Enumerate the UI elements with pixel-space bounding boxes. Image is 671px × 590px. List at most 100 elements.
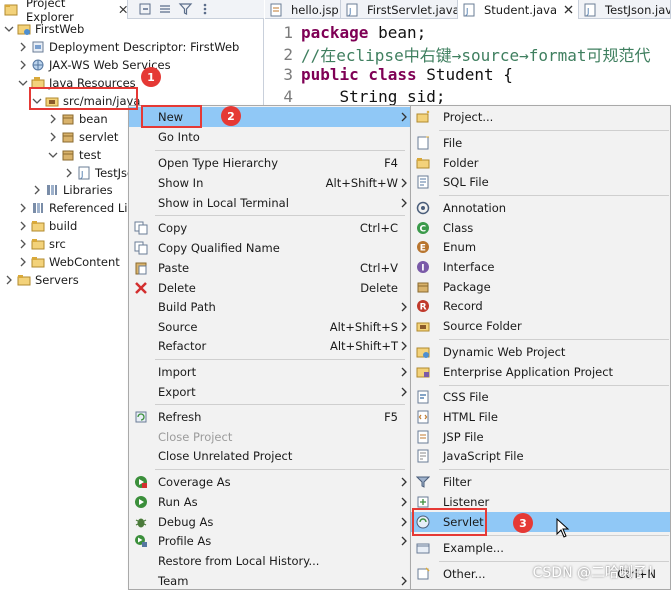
tab-student-java[interactable]: J Student.java: [458, 0, 579, 19]
menu-item-import[interactable]: Import: [129, 362, 410, 382]
menu-item-paste[interactable]: Paste Ctrl+V: [129, 258, 410, 278]
collapsed-arrow-icon[interactable]: [64, 168, 74, 178]
submenu-item-enterprise-application-project[interactable]: Enterprise Application Project: [411, 362, 670, 382]
collapsed-arrow-icon[interactable]: [18, 257, 28, 267]
example-icon: [416, 543, 430, 554]
tree-item-deployment-descriptor[interactable]: Deployment Descriptor: FirstWeb: [18, 38, 239, 56]
collapsed-arrow-icon[interactable]: [4, 275, 14, 285]
annotation-badge-3: 3: [513, 513, 533, 533]
tree-item-servlet[interactable]: servlet: [48, 128, 118, 146]
tree-item-test[interactable]: test: [48, 146, 101, 164]
web-project-icon: [416, 347, 430, 358]
code-line[interactable]: 4 String sid;: [265, 85, 446, 107]
tree-item-webcontent[interactable]: WebContent: [18, 253, 120, 271]
code-line[interactable]: 3 public class Student {: [265, 63, 513, 85]
submenu-arrow-icon: [401, 178, 407, 188]
submenu-item-filter[interactable]: Filter: [411, 472, 670, 492]
submenu-item-interface[interactable]: I Interface: [411, 257, 670, 277]
tree-item-referenced-libraries[interactable]: Referenced Lib: [18, 199, 128, 217]
collapsed-arrow-icon[interactable]: [18, 239, 28, 249]
menu-item-refactor[interactable]: Refactor Alt+Shift+T: [129, 336, 410, 356]
submenu-item-css-file[interactable]: CSS File: [411, 387, 670, 407]
tree-item-testjson[interactable]: J TestJson: [64, 164, 128, 182]
collapsed-arrow-icon[interactable]: [48, 132, 58, 142]
annotation-badge-2: 2: [221, 106, 241, 126]
tree-item-libraries[interactable]: Libraries: [32, 181, 113, 199]
menu-separator: [155, 215, 405, 216]
tree-item-servers[interactable]: Servers: [4, 271, 79, 289]
tree-item-firstweb[interactable]: FirstWeb: [4, 20, 84, 38]
submenu-item-enum[interactable]: E Enum: [411, 237, 670, 257]
submenu-item-file[interactable]: File: [411, 133, 670, 153]
submenu-item-dynamic-web-project[interactable]: Dynamic Web Project: [411, 342, 670, 362]
link-with-editor-icon[interactable]: [158, 2, 173, 16]
collapse-all-icon[interactable]: [138, 2, 153, 16]
expanded-arrow-icon[interactable]: [4, 24, 14, 34]
java-file-icon: J: [584, 3, 596, 16]
tab-firstservlet-java[interactable]: J FirstServlet.java: [341, 0, 458, 19]
tab-testjson-java[interactable]: J TestJson.java: [579, 0, 671, 19]
project-explorer-tab[interactable]: Project Explorer: [0, 0, 128, 24]
collapsed-arrow-icon[interactable]: [18, 60, 28, 70]
tab-hello-jsp[interactable]: hello.jsp: [265, 0, 341, 19]
view-menu-icon[interactable]: [198, 2, 213, 16]
submenu-item-example[interactable]: Example...: [411, 538, 670, 558]
menu-item-open-type-hierarchy[interactable]: Open Type Hierarchy F4: [129, 153, 410, 173]
code-text: String sid;: [301, 86, 446, 106]
close-icon[interactable]: [564, 5, 573, 14]
paste-icon: [135, 262, 147, 275]
menu-item-show-in-local-terminal[interactable]: Show in Local Terminal: [129, 193, 410, 213]
code-line[interactable]: 2//在eclipse中右键→source→format可规范代: [265, 43, 650, 66]
menu-item-restore-from-local-history[interactable]: Restore from Local History...: [129, 551, 410, 571]
css-file-icon: [417, 390, 429, 404]
menu-item-close-unrelated-project[interactable]: Close Unrelated Project: [129, 446, 410, 466]
folder-icon: [31, 257, 45, 268]
menu-item-profile-as[interactable]: Profile As: [129, 531, 410, 551]
submenu-item-project[interactable]: Project...: [411, 107, 670, 127]
submenu-item-html-file[interactable]: HTML File: [411, 407, 670, 427]
menu-item-coverage-as[interactable]: Coverage As: [129, 472, 410, 492]
html-file-icon: [417, 410, 429, 424]
tree-item-src[interactable]: src: [18, 235, 66, 253]
menu-item-copy[interactable]: Copy Ctrl+C: [129, 218, 410, 238]
expanded-arrow-icon[interactable]: [48, 150, 58, 160]
code-line[interactable]: 1 package bean;: [265, 21, 426, 43]
collapsed-arrow-icon[interactable]: [48, 114, 58, 124]
submenu-item-sql-file[interactable]: SQL File: [411, 172, 670, 192]
submenu-item-annotation[interactable]: Annotation: [411, 198, 670, 218]
menu-item-refresh[interactable]: Refresh F5: [129, 407, 410, 427]
submenu-item-folder[interactable]: Folder: [411, 153, 670, 173]
menu-item-team[interactable]: Team: [129, 571, 410, 590]
menu-item-go-into[interactable]: Go Into: [129, 127, 410, 147]
filter-icon[interactable]: [178, 2, 193, 16]
delete-icon: [135, 282, 147, 294]
tree-item-label: Libraries: [63, 183, 113, 197]
run-icon: [135, 496, 147, 508]
collapsed-arrow-icon[interactable]: [18, 203, 28, 213]
submenu-item-source-folder[interactable]: Source Folder: [411, 316, 670, 336]
menu-item-export[interactable]: Export: [129, 382, 410, 402]
other-wizard-icon: [417, 567, 430, 580]
menu-item-build-path[interactable]: Build Path: [129, 297, 410, 317]
java-file-icon: J: [346, 3, 358, 16]
submenu-item-class[interactable]: C Class: [411, 218, 670, 238]
tree-item-label: Referenced Lib: [49, 201, 128, 215]
collapsed-arrow-icon[interactable]: [32, 185, 42, 195]
menu-item-show-in[interactable]: Show In Alt+Shift+W: [129, 173, 410, 193]
submenu-item-jsp-file[interactable]: JSP File: [411, 427, 670, 447]
expanded-arrow-icon[interactable]: [18, 78, 28, 88]
submenu-item-record[interactable]: R Record: [411, 296, 670, 316]
collapsed-arrow-icon[interactable]: [18, 42, 28, 52]
submenu-item-package[interactable]: Package: [411, 277, 670, 297]
submenu-item-javascript-file[interactable]: JavaScript File: [411, 446, 670, 466]
collapsed-arrow-icon[interactable]: [18, 221, 28, 231]
menu-item-source[interactable]: Source Alt+Shift+S: [129, 317, 410, 337]
close-icon[interactable]: [119, 5, 127, 14]
menu-item-run-as[interactable]: Run As: [129, 492, 410, 512]
menu-item-copy-qualified-name[interactable]: Copy Qualified Name: [129, 238, 410, 258]
editor-tab-bar: hello.jsp J FirstServlet.java J Student.…: [265, 0, 671, 19]
tree-item-bean[interactable]: bean: [48, 110, 108, 128]
tree-item-build[interactable]: build: [18, 217, 77, 235]
menu-item-delete[interactable]: Delete Delete: [129, 278, 410, 298]
menu-item-debug-as[interactable]: Debug As: [129, 512, 410, 532]
